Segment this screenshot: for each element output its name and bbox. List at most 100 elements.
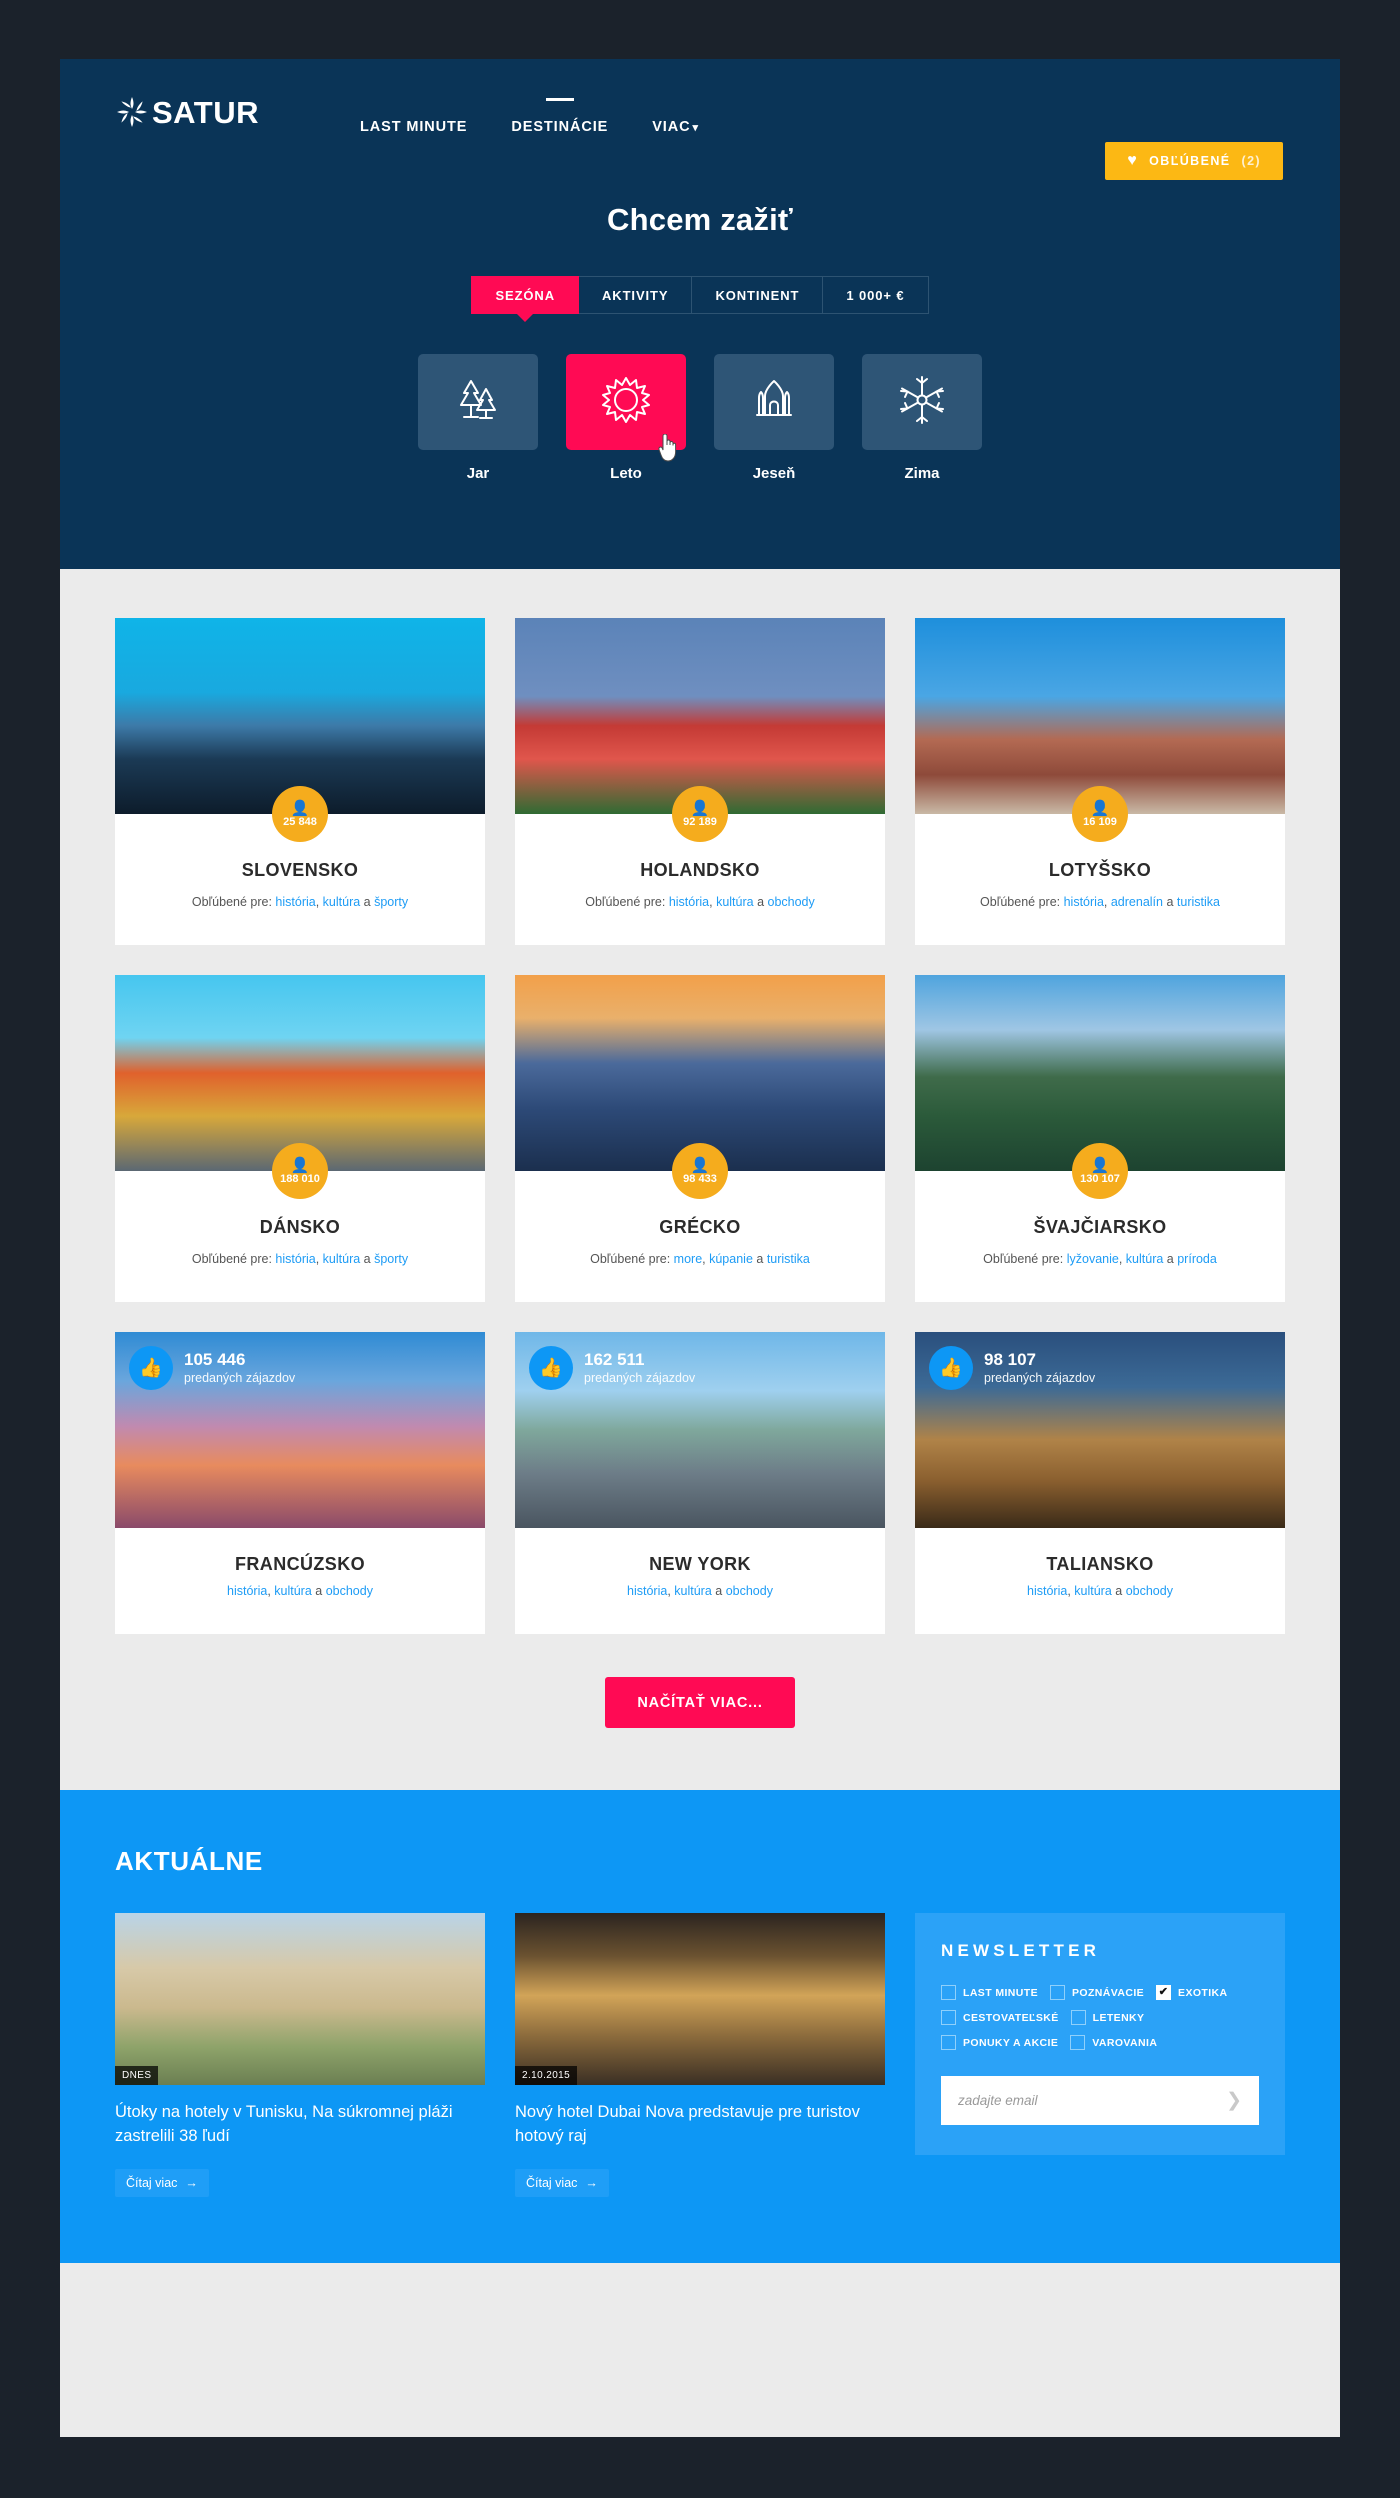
news-article[interactable]: DNES Útoky na hotely v Tunisku, Na súkro… xyxy=(115,1913,485,2197)
visitors-badge: 👤 188 010 xyxy=(272,1143,328,1199)
tag-link[interactable]: kultúra xyxy=(274,1584,312,1598)
season-tile[interactable] xyxy=(566,354,686,462)
tag-link[interactable]: kultúra xyxy=(716,895,754,909)
season-option-jesen[interactable]: Jeseň xyxy=(714,354,834,482)
sold-tours-count: 98 107 xyxy=(984,1350,1036,1370)
tags-separator: , xyxy=(315,895,323,909)
tag-link[interactable]: obchody xyxy=(768,895,815,909)
destination-card-body: NEW YORK história, kultúra a obchody xyxy=(515,1528,885,1634)
nav-item-destinacie[interactable]: DESTINÁCIE xyxy=(511,115,608,139)
newsletter-option-label: LETENKY xyxy=(1092,2011,1145,2024)
nav-item-viac[interactable]: VIAC ▾ xyxy=(652,115,699,139)
read-more-button[interactable]: Čítaj viac → xyxy=(515,2168,609,2197)
tag-link[interactable]: obchody xyxy=(726,1584,773,1598)
tag-link[interactable]: adrenalín xyxy=(1111,895,1163,909)
destination-card[interactable]: 👍 162 511 predaných zájazdov NEW YORK histór… xyxy=(515,1332,885,1634)
season-option-zima[interactable]: Zima xyxy=(862,354,982,482)
tab-aktivity[interactable]: AKTIVITY xyxy=(579,276,693,314)
destination-image: 👍 105 446 predaných zájazdov xyxy=(115,1332,485,1528)
newsletter-option[interactable]: PONUKY A AKCIE xyxy=(941,2035,1058,2050)
sold-tours-label: predaných zájazdov xyxy=(984,1370,1096,1385)
newsletter-option[interactable]: EXOTIKA xyxy=(1156,1985,1227,2000)
article-headline: Nový hotel Dubai Nova predstavuje pre tu… xyxy=(515,2103,860,2145)
destination-card[interactable]: 👍 105 446 predaných zájazdov FRANCÚZSKO hist… xyxy=(115,1332,485,1634)
tag-link[interactable]: kultúra xyxy=(674,1584,712,1598)
favorites-button[interactable]: ♥ OBĽÚBENÉ (2) xyxy=(1105,142,1283,180)
season-tile[interactable] xyxy=(714,354,834,450)
load-more-button[interactable]: NAČÍTAŤ VIAC... xyxy=(605,1677,795,1728)
destination-card[interactable]: 👤 16 109 LOTYŠSKO Obľúbené pre: história, a… xyxy=(915,618,1285,945)
tag-link[interactable]: kúpanie xyxy=(709,1252,753,1266)
season-tile[interactable] xyxy=(862,354,982,450)
checkbox-icon[interactable] xyxy=(941,2010,956,2025)
tag-link[interactable]: kultúra xyxy=(323,1252,361,1266)
tag-link[interactable]: história xyxy=(227,1584,267,1598)
tag-link[interactable]: obchody xyxy=(326,1584,373,1598)
tags-conjunction: a xyxy=(360,895,375,909)
destination-card[interactable]: 👍 98 107 predaných zájazdov TALIANSKO histór… xyxy=(915,1332,1285,1634)
tag-link[interactable]: obchody xyxy=(1126,1584,1173,1598)
tags-prefix: Obľúbené pre: xyxy=(191,1252,276,1266)
tab-cena[interactable]: 1 000+ € xyxy=(823,276,929,314)
email-input[interactable] xyxy=(958,2093,1219,2108)
favorites-count: (2) xyxy=(1241,154,1261,168)
tag-link[interactable]: príroda xyxy=(1177,1252,1217,1266)
visitors-badge: 👤 98 433 xyxy=(672,1143,728,1199)
tags-conjunction: a xyxy=(752,1252,767,1266)
season-option-jar[interactable]: Jar xyxy=(418,354,538,482)
tag-link[interactable]: história xyxy=(275,895,315,909)
destination-card[interactable]: 👤 25 848 SLOVENSKO Obľúbené pre: história, … xyxy=(115,618,485,945)
tag-link[interactable]: more xyxy=(674,1252,702,1266)
destination-tags: Obľúbené pre: lyžovanie, kultúra a príro… xyxy=(929,1252,1271,1266)
newsletter-submit-button[interactable]: ❯ xyxy=(1218,2091,1242,2110)
tags-conjunction: a xyxy=(1163,1252,1178,1266)
tag-link[interactable]: história xyxy=(669,895,709,909)
visitors-badge: 👤 16 109 xyxy=(1072,786,1128,842)
season-label: Jeseň xyxy=(752,465,796,482)
brand-logo[interactable]: SATUR xyxy=(115,95,259,129)
destination-card[interactable]: 👤 188 010 DÁNSKO Obľúbené pre: história, ku… xyxy=(115,975,485,1302)
newsletter-option[interactable]: CESTOVATEĽSKÉ xyxy=(941,2010,1059,2025)
tag-link[interactable]: turistika xyxy=(1177,895,1220,909)
tag-link[interactable]: kultúra xyxy=(1074,1584,1112,1598)
checkbox-icon[interactable] xyxy=(1070,2035,1086,2050)
chevron-down-icon: ▾ xyxy=(692,122,699,134)
tag-link[interactable]: história xyxy=(1064,895,1104,909)
season-tile[interactable] xyxy=(418,354,538,450)
destination-tags: Obľúbené pre: história, adrenalín a turi… xyxy=(929,895,1271,909)
checkbox-icon[interactable] xyxy=(1156,1985,1172,2000)
tag-link[interactable]: športy xyxy=(374,895,408,909)
tag-link[interactable]: história xyxy=(1027,1584,1067,1598)
checkbox-icon[interactable] xyxy=(941,2035,956,2050)
checkbox-icon[interactable] xyxy=(1070,2010,1086,2025)
destination-card[interactable]: 👤 92 189 HOLANDSKO Obľúbené pre: história, … xyxy=(515,618,885,945)
tag-link[interactable]: lyžovanie xyxy=(1067,1252,1119,1266)
newsletter-option[interactable]: LETENKY xyxy=(1070,2010,1145,2025)
tag-link[interactable]: turistika xyxy=(767,1252,810,1266)
top-navigation-bar: SATUR LAST MINUTE DESTINÁCIE VIAC ▾ ♥ OBĽ… xyxy=(60,59,1340,180)
checkbox-icon[interactable] xyxy=(941,1985,956,2000)
tag-link[interactable]: história xyxy=(627,1584,667,1598)
newsletter-option[interactable]: VAROVANIA xyxy=(1070,2035,1157,2050)
tab-sezona[interactable]: SEZÓNA xyxy=(471,276,580,314)
newsletter-option[interactable]: LAST MINUTE xyxy=(941,1985,1038,2000)
nav-item-last-minute[interactable]: LAST MINUTE xyxy=(360,115,467,139)
newsletter-option[interactable]: POZNÁVACIE xyxy=(1049,1985,1144,2000)
season-option-leto[interactable]: Leto xyxy=(566,354,686,482)
destination-card-body: FRANCÚZSKO história, kultúra a obchody xyxy=(115,1528,485,1634)
tag-link[interactable]: kultúra xyxy=(323,895,361,909)
destination-tags: história, kultúra a obchody xyxy=(129,1584,471,1598)
tags-conjunction: a xyxy=(360,1252,375,1266)
tab-kontinent[interactable]: KONTINENT xyxy=(692,276,824,314)
destination-image: 👤 188 010 xyxy=(115,975,485,1199)
read-more-button[interactable]: Čítaj viac → xyxy=(115,2168,209,2197)
destination-card[interactable]: 👤 130 107 ŠVAJČIARSKO Obľúbené pre: lyžovan… xyxy=(915,975,1285,1302)
destination-card[interactable]: 👤 98 433 GRÉCKO Obľúbené pre: more, kúpanie… xyxy=(515,975,885,1302)
news-article[interactable]: 2.10.2015 Nový hotel Dubai Nova predstav… xyxy=(515,1913,885,2197)
tag-link[interactable]: kultúra xyxy=(1126,1252,1164,1266)
destination-tags: história, kultúra a obchody xyxy=(529,1584,871,1598)
tag-link[interactable]: história xyxy=(275,1252,315,1266)
season-label: Leto xyxy=(610,465,642,482)
tag-link[interactable]: športy xyxy=(374,1252,408,1266)
checkbox-icon[interactable] xyxy=(1049,1985,1065,2000)
